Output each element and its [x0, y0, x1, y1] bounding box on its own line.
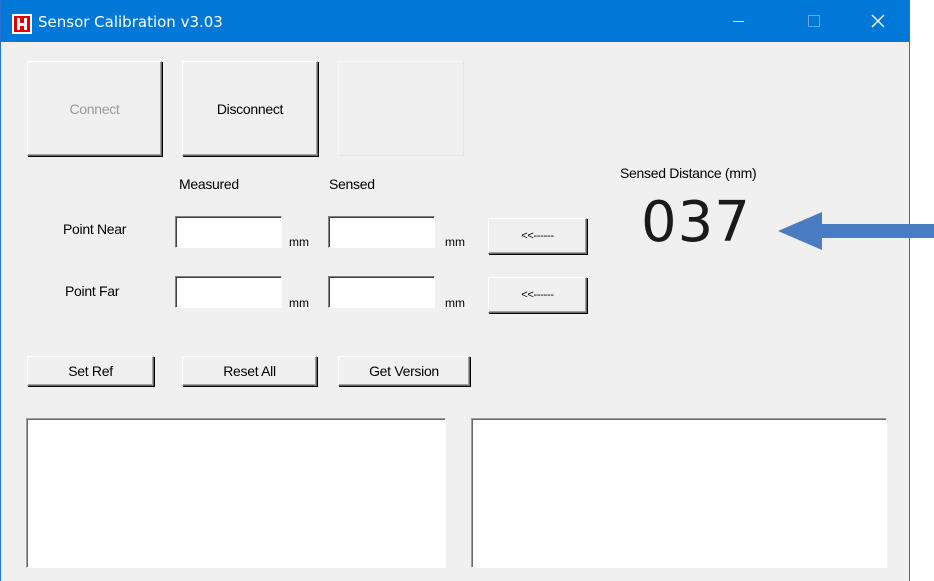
sensed-column-label: Sensed — [329, 176, 375, 192]
app-logo-icon — [12, 14, 32, 34]
point-near-sensed-unit: mm — [445, 235, 465, 249]
point-far-sensed-unit: mm — [445, 296, 465, 310]
close-button[interactable] — [855, 0, 901, 42]
disconnect-button[interactable]: Disconnect — [182, 61, 318, 156]
point-far-measured-unit: mm — [289, 296, 309, 310]
window-title: Sensor Calibration v3.03 — [38, 13, 223, 31]
maximize-icon — [808, 15, 820, 27]
maximize-button[interactable] — [791, 0, 837, 42]
point-far-measured-input[interactable] — [175, 276, 282, 308]
point-far-label: Point Far — [65, 283, 120, 299]
arrow-left-icon — [778, 212, 934, 250]
output-panel-left[interactable] — [26, 418, 446, 568]
title-bar[interactable]: Sensor Calibration v3.03 — [1, 0, 909, 42]
measured-column-label: Measured — [179, 176, 239, 192]
set-ref-button[interactable]: Set Ref — [27, 356, 154, 386]
hidden-button[interactable] — [338, 61, 464, 156]
sensed-distance-label: Sensed Distance (mm) — [620, 165, 757, 181]
get-version-button[interactable]: Get Version — [338, 356, 470, 386]
app-window: Sensor Calibration v3.03 Connect Disconn… — [0, 0, 910, 581]
output-panel-right[interactable] — [471, 418, 887, 568]
point-near-measured-unit: mm — [289, 235, 309, 249]
connect-button[interactable]: Connect — [27, 61, 162, 156]
reset-all-button[interactable]: Reset All — [182, 356, 317, 386]
minimize-icon — [732, 20, 744, 22]
point-near-sensed-input[interactable] — [328, 216, 435, 248]
copy-far-button[interactable]: <<------ — [488, 277, 587, 313]
point-near-measured-input[interactable] — [175, 216, 282, 248]
close-icon — [871, 14, 885, 28]
copy-near-button[interactable]: <<------ — [488, 218, 587, 254]
point-near-label: Point Near — [63, 221, 127, 237]
point-far-sensed-input[interactable] — [328, 276, 435, 308]
sensed-distance-value: 037 — [641, 190, 751, 255]
minimize-button[interactable] — [715, 0, 761, 42]
